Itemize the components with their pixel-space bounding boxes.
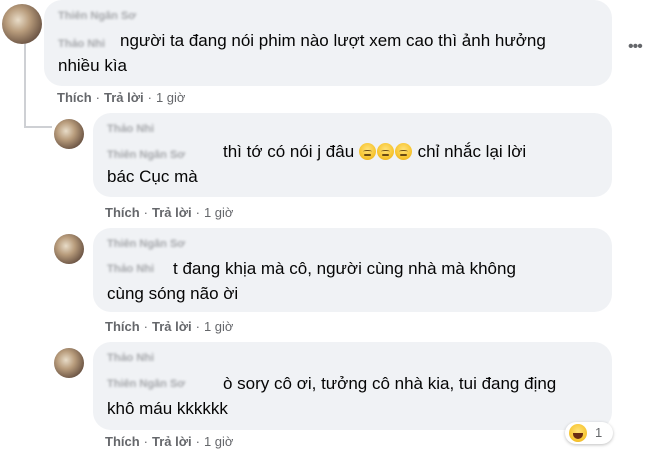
avatar[interactable] bbox=[54, 234, 84, 264]
comment-bubble: Thiên Ngân Sơ Thảo Nhi t đang khịa mà cô… bbox=[93, 228, 612, 312]
reply-button[interactable]: Trả lời bbox=[104, 90, 144, 105]
comment-text-part: chỉ nhắc lại lời bbox=[417, 142, 527, 161]
mention-tag[interactable]: Thiên Ngân Sơ bbox=[107, 149, 185, 161]
comment-actions: Thích · Trả lời · 1 giờ bbox=[57, 90, 186, 105]
comment-actions: Thích · Trả lời · 1 giờ bbox=[105, 434, 234, 449]
comment-text: bác Cục mà bbox=[107, 167, 198, 186]
mention-tag[interactable]: Thiên Ngân Sơ bbox=[107, 378, 185, 390]
commenter-name[interactable]: Thảo Nhi bbox=[107, 123, 154, 135]
like-button[interactable]: Thích bbox=[57, 90, 92, 105]
commenter-name[interactable]: Thảo Nhi bbox=[107, 352, 154, 364]
timestamp[interactable]: 1 giờ bbox=[156, 90, 186, 105]
more-options-icon[interactable]: ••• bbox=[628, 38, 643, 56]
timestamp[interactable]: 1 giờ bbox=[204, 434, 234, 449]
timestamp[interactable]: 1 giờ bbox=[204, 205, 234, 220]
haha-reaction-icon bbox=[569, 424, 587, 442]
comment-text: ò sory cô ơi, tưởng cô nhà kia, tui đang… bbox=[223, 374, 557, 393]
commenter-name[interactable]: Thiên Ngân Sơ bbox=[107, 238, 185, 250]
avatar[interactable] bbox=[54, 119, 84, 149]
comment-text: t đang khịa mà cô, người cùng nhà mà khô… bbox=[173, 259, 516, 278]
reaction-count: 1 bbox=[595, 425, 603, 440]
reply-button[interactable]: Trả lời bbox=[152, 319, 192, 334]
commenter-name[interactable]: Thiên Ngân Sơ bbox=[58, 10, 136, 22]
comment-text: thì tớ có nói j đâu chỉ nhắc lại lời bbox=[223, 141, 526, 163]
thread-line bbox=[24, 40, 26, 128]
reply-button[interactable]: Trả lời bbox=[152, 205, 192, 220]
reaction-summary[interactable]: 1 bbox=[565, 422, 613, 444]
thread-line bbox=[24, 126, 52, 128]
comment-text: nhiều kìa bbox=[58, 56, 127, 75]
avatar[interactable] bbox=[2, 4, 42, 44]
comment-text: người ta đang nói phim nào lượt xem cao … bbox=[120, 31, 546, 50]
avatar[interactable] bbox=[54, 348, 84, 378]
like-button[interactable]: Thích bbox=[105, 434, 140, 449]
comment-text: khô máu kkkkkk bbox=[107, 399, 228, 418]
comment-bubble: Thảo Nhi Thiên Ngân Sơ ò sory cô ơi, tưở… bbox=[93, 342, 612, 430]
mention-tag[interactable]: Thảo Nhi bbox=[107, 263, 154, 275]
sad-face-emoji-icon bbox=[358, 143, 376, 160]
timestamp[interactable]: 1 giờ bbox=[204, 319, 234, 334]
like-button[interactable]: Thích bbox=[105, 205, 140, 220]
sad-face-emoji-icon bbox=[394, 143, 412, 160]
comment-text: cùng sóng não ời bbox=[107, 284, 239, 303]
mention-tag[interactable]: Thảo Nhi bbox=[58, 38, 105, 50]
sad-face-emoji-icon bbox=[376, 143, 394, 160]
comment-bubble: Thảo Nhi Thiên Ngân Sơ thì tớ có nói j đ… bbox=[93, 113, 612, 197]
like-button[interactable]: Thích bbox=[105, 319, 140, 334]
comment-actions: Thích · Trả lời · 1 giờ bbox=[105, 319, 234, 334]
reply-button[interactable]: Trả lời bbox=[152, 434, 192, 449]
comment-actions: Thích · Trả lời · 1 giờ bbox=[105, 205, 234, 220]
comment-text-part: thì tớ có nói j đâu bbox=[223, 142, 355, 161]
comment-bubble: Thiên Ngân Sơ Thảo Nhi người ta đang nói… bbox=[44, 0, 612, 86]
